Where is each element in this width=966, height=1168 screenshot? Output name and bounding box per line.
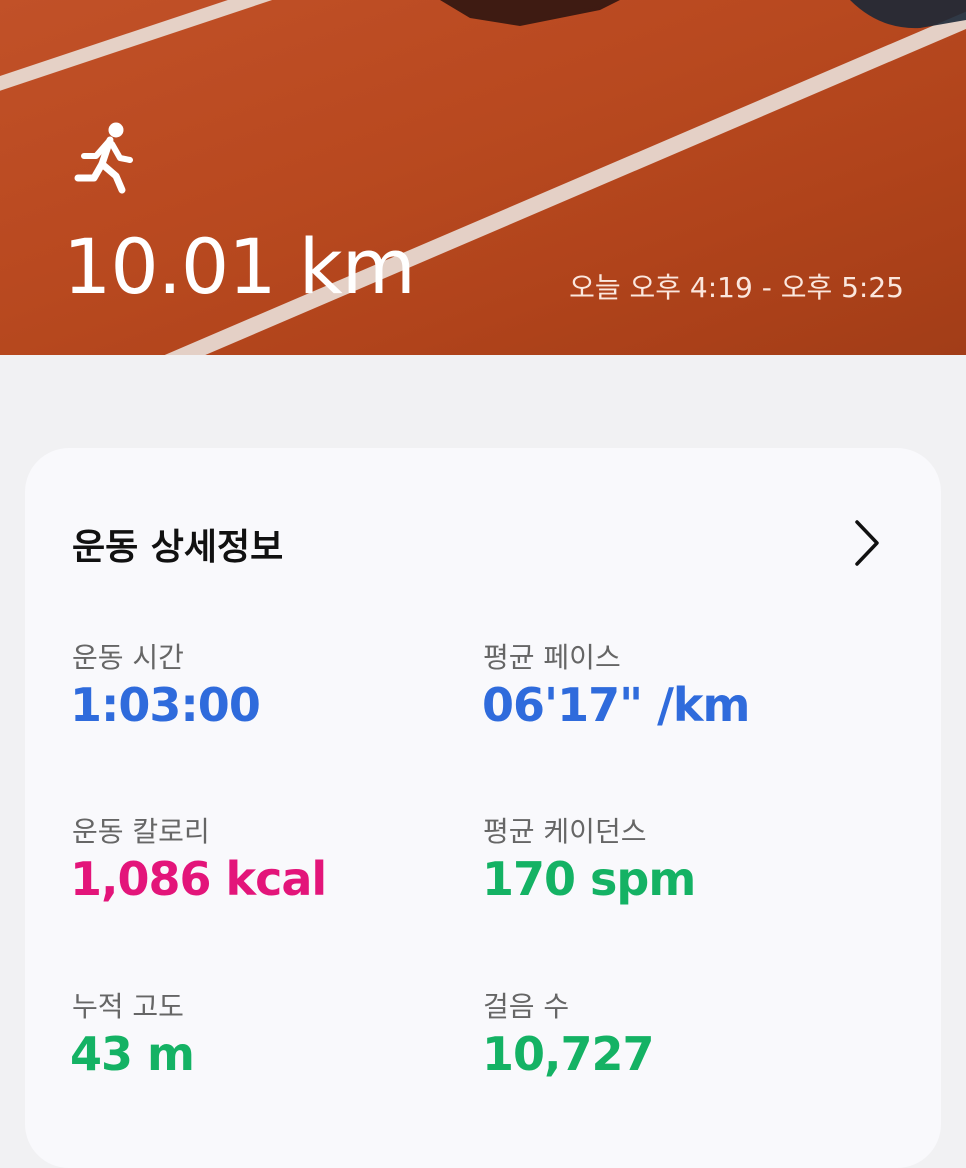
workout-details-card[interactable]: 운동 상세정보 운동 시간 1:03:00 평균 페이스 06'17" /km … bbox=[25, 448, 941, 1168]
cadence-value: 170 spm bbox=[482, 852, 696, 906]
header-hero-image: 10.01 km 오늘 오후 4:19 - 오후 5:25 bbox=[0, 0, 966, 355]
running-person-icon bbox=[74, 122, 133, 194]
total-distance: 10.01 km bbox=[63, 222, 416, 311]
steps-label: 걸음 수 bbox=[483, 990, 570, 1023]
cadence-label: 평균 케이던스 bbox=[483, 815, 647, 848]
pace-label: 평균 페이스 bbox=[483, 641, 621, 674]
pace-value: 06'17" /km bbox=[482, 678, 750, 732]
duration-label: 운동 시간 bbox=[72, 641, 184, 674]
calories-value: 1,086 kcal bbox=[70, 852, 327, 906]
duration-value: 1:03:00 bbox=[70, 678, 261, 732]
workout-time-range: 오늘 오후 4:19 - 오후 5:25 bbox=[569, 271, 904, 304]
elevation-value: 43 m bbox=[70, 1027, 195, 1081]
steps-value: 10,727 bbox=[482, 1027, 655, 1081]
calories-label: 운동 칼로리 bbox=[72, 815, 210, 848]
card-title: 운동 상세정보 bbox=[72, 527, 284, 568]
elevation-label: 누적 고도 bbox=[72, 990, 184, 1023]
chevron-right-icon[interactable] bbox=[851, 518, 881, 568]
